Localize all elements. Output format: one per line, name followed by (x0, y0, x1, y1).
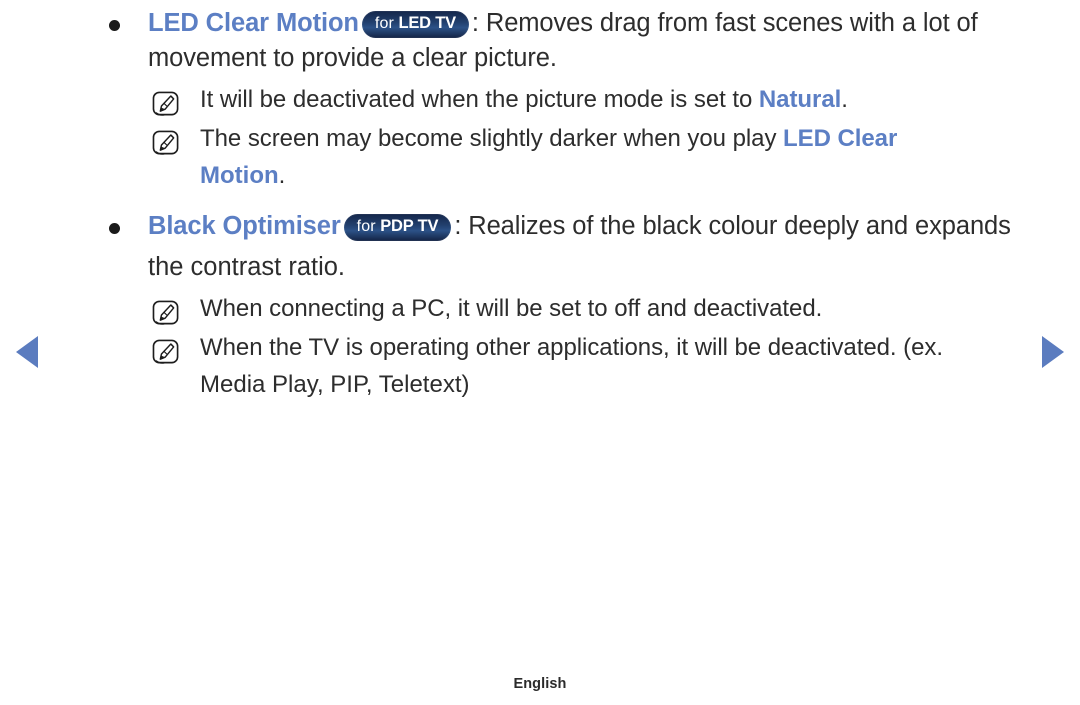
note-pencil-icon (152, 91, 181, 118)
note-text-continuation: Media Play, PIP, Teletext) (200, 371, 470, 398)
manual-page: LED Clear Motion for LED TV: Removes drag… (0, 0, 1080, 705)
note-text-part-1: It will be deactivated when the picture … (200, 86, 759, 113)
section-paragraph: Black Optimiser for PDP TV: Realizes of t… (148, 209, 1036, 244)
section-body-line1: : Realizes of the black colour deeply an… (454, 212, 1011, 240)
note-keyword-natural: Natural (758, 86, 842, 113)
note-item: When the TV is operating other applicati… (106, 330, 1036, 365)
badge-prefix: for (374, 15, 394, 32)
note-item: The screen may become slightly darker wh… (106, 121, 1036, 156)
section-body-line2: the contrast ratio. (148, 253, 346, 281)
note-text-continuation: Motion. (106, 158, 1036, 193)
note-text: The screen may become slightly darker wh… (200, 121, 1036, 156)
note-pencil-icon (152, 339, 181, 366)
note-pencil-icon (152, 300, 181, 327)
note-item: It will be deactivated when the picture … (106, 82, 1036, 117)
note-keyword-motion: Motion (200, 162, 279, 189)
content-column: LED Clear Motion for LED TV: Removes drag… (106, 6, 1036, 402)
section-paragraph: LED Clear Motion for LED TV: Removes drag… (148, 6, 1036, 76)
feature-name-black-optimiser: Black Optimiser (148, 212, 341, 240)
note-text: It will be deactivated when the picture … (200, 82, 1036, 117)
note-keyword-led-clear: LED Clear (783, 125, 898, 152)
note-text: When the TV is operating other applicati… (200, 334, 943, 361)
note-text-part-2: . (841, 86, 848, 113)
footer-language-label: English (513, 676, 567, 692)
section-black-optimiser: Black Optimiser for PDP TV: Realizes of t… (106, 209, 1036, 244)
section-body-line2-wrap: the contrast ratio. (106, 250, 1036, 285)
note-text: When connecting a PC, it will be set to … (200, 295, 823, 322)
bullet-dot-icon (109, 223, 120, 234)
feature-name-led-clear-motion: LED Clear Motion (148, 9, 359, 37)
triangle-left-icon[interactable] (16, 336, 38, 368)
badge-prefix: for (356, 218, 376, 235)
section-body-line1: : Removes drag from fast scenes with a l… (471, 9, 978, 37)
note-text-part-2: . (278, 162, 286, 189)
badge-model: PDP TV (380, 217, 439, 235)
note-item: When connecting a PC, it will be set to … (106, 291, 1036, 326)
badge-for-led-tv: for LED TV (361, 11, 469, 38)
triangle-right-icon[interactable] (1042, 336, 1064, 368)
note-text-part-1: The screen may become slightly darker wh… (200, 125, 784, 152)
bullet-dot-icon (109, 20, 120, 31)
note-pencil-icon (152, 130, 181, 157)
badge-for-pdp-tv: for PDP TV (343, 214, 452, 241)
section-led-clear-motion: LED Clear Motion for LED TV: Removes drag… (106, 6, 1036, 76)
section-body-line2: movement to provide a clear picture. (148, 44, 557, 72)
badge-model: LED TV (398, 14, 456, 32)
